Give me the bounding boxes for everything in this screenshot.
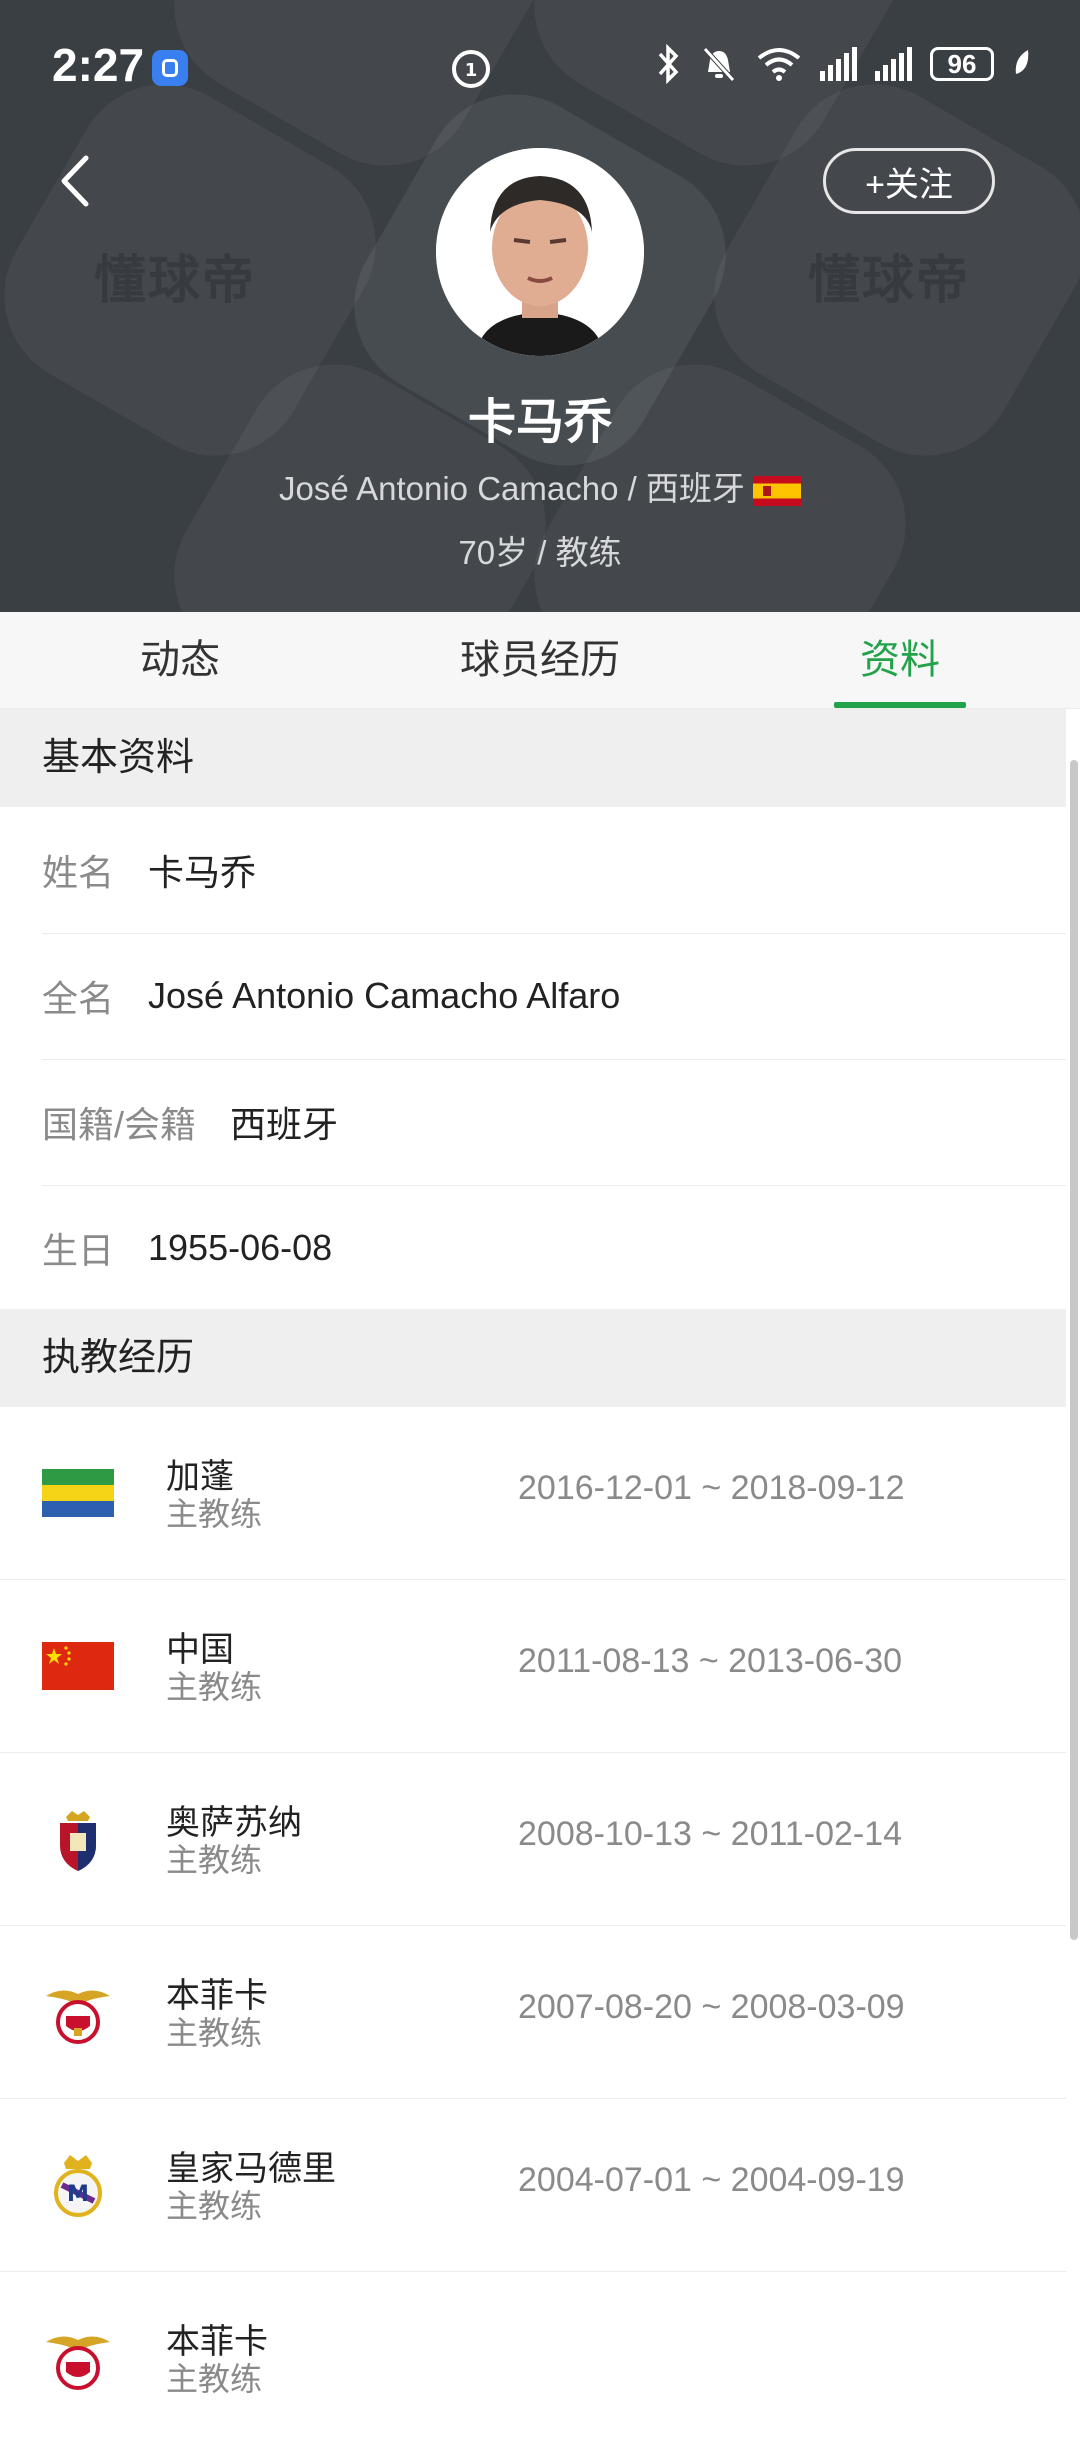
- profile-subtitle: José Antonio Camacho / 西班牙: [0, 462, 1080, 510]
- info-row-birthday: 生日 1955-06-08: [42, 1185, 1066, 1311]
- info-label: 生日: [42, 1230, 115, 1271]
- info-row-fullname: 全名 José Antonio Camacho Alfaro: [42, 933, 1066, 1060]
- info-row-nationality: 国籍/会籍 西班牙: [42, 1059, 1066, 1186]
- coaching-role: 主教练: [166, 1496, 263, 1532]
- charging-leaf-icon: [1015, 50, 1029, 74]
- status-bar: 2:27 1 96: [0, 0, 1080, 130]
- coaching-role: 主教练: [166, 2188, 263, 2224]
- tab-player-career[interactable]: 球员经历: [360, 612, 720, 708]
- tab-profile[interactable]: 资料: [720, 612, 1080, 708]
- coaching-role: 主教练: [166, 1842, 263, 1878]
- coaching-role: 主教练: [166, 1669, 263, 1705]
- svg-text:1: 1: [465, 60, 478, 81]
- coaching-item[interactable]: 奥萨苏纳 主教练 2008-10-13 ~ 2011-02-14: [0, 1753, 1066, 1926]
- profile-name: 卡马乔: [467, 396, 612, 449]
- coaching-role: 主教练: [166, 2361, 263, 2397]
- battery-icon: 96: [930, 47, 994, 81]
- coaching-period: 2008-10-13 ~ 2011-02-14: [518, 1815, 903, 1853]
- benfica-crest-icon: [46, 1990, 110, 2044]
- profile-fullname-nationality: José Antonio Camacho / 西班牙: [279, 470, 745, 507]
- info-label: 全名: [42, 978, 115, 1019]
- profile-age-role: 70岁 / 教练: [458, 534, 622, 571]
- coaching-item[interactable]: 本菲卡 主教练: [0, 2272, 1066, 2444]
- coaching-item[interactable]: 加蓬 主教练 2016-12-01 ~ 2018-09-12: [0, 1407, 1066, 1580]
- wifi-icon: [757, 48, 801, 81]
- real-madrid-crest-icon: M: [54, 2155, 102, 2217]
- info-value: 卡马乔: [148, 852, 257, 893]
- coaching-period: 2004-07-01 ~ 2004-09-19: [518, 2161, 905, 2199]
- benfica-crest-icon: [46, 2336, 110, 2390]
- china-flag-icon: [42, 1642, 114, 1690]
- bluetooth-icon: [658, 44, 679, 84]
- status-time: 2:27: [52, 39, 145, 91]
- tab-bar: 动态 球员经历 资料: [0, 612, 1080, 709]
- signal-icon-sim1: [820, 47, 857, 81]
- spain-flag-icon: [752, 476, 801, 507]
- coaching-period: 2011-08-13 ~ 2013-06-30: [518, 1642, 903, 1680]
- watermark-right: 懂球帝: [808, 251, 971, 311]
- coaching-item[interactable]: M 皇家马德里 主教练 2004-07-01 ~ 2004-09-19: [0, 2099, 1066, 2272]
- avatar: [436, 148, 644, 356]
- app-notification-icon: [152, 50, 188, 86]
- follow-button[interactable]: +关注: [823, 148, 995, 214]
- profile-header: 懂球帝 懂球帝 2:27 1 96 +关注 卡马乔 José Antonio C…: [0, 0, 1080, 612]
- back-arrow-icon[interactable]: [52, 150, 100, 212]
- info-value: 1955-06-08: [148, 1227, 333, 1268]
- coaching-period: 2007-08-20 ~ 2008-03-09: [518, 1988, 905, 2026]
- coaching-role: 主教练: [166, 2015, 263, 2051]
- info-value: José Antonio Camacho Alfaro: [148, 975, 621, 1016]
- coach-portrait: [436, 148, 644, 356]
- gabon-flag-icon: [42, 1469, 114, 1517]
- info-value: 西班牙: [230, 1104, 339, 1145]
- info-label: 国籍/会籍: [42, 1104, 197, 1145]
- signal-icon-sim2: [875, 47, 912, 81]
- scrollbar[interactable]: [1070, 760, 1078, 1940]
- osasuna-crest-icon: [60, 1811, 96, 1871]
- watermark-left: 懂球帝: [94, 251, 257, 311]
- coaching-period: 2016-12-01 ~ 2018-09-12: [518, 1469, 905, 1507]
- info-row-name: 姓名 卡马乔: [42, 807, 1066, 934]
- section-basic-info: 基本资料: [0, 709, 1066, 807]
- status-icons: 96: [656, 42, 1032, 86]
- svg-text:M: M: [67, 2182, 89, 2207]
- coaching-item[interactable]: 中国 主教练 2011-08-13 ~ 2013-06-30: [0, 1580, 1066, 1753]
- coaching-item[interactable]: 本菲卡 主教练 2007-08-20 ~ 2008-03-09: [0, 1926, 1066, 2099]
- info-label: 姓名: [42, 852, 115, 893]
- mute-icon: [703, 47, 735, 82]
- section-coaching-history: 执教经历: [0, 1309, 1066, 1407]
- data-saver-icon: 1: [452, 50, 490, 88]
- tab-news[interactable]: 动态: [0, 612, 360, 708]
